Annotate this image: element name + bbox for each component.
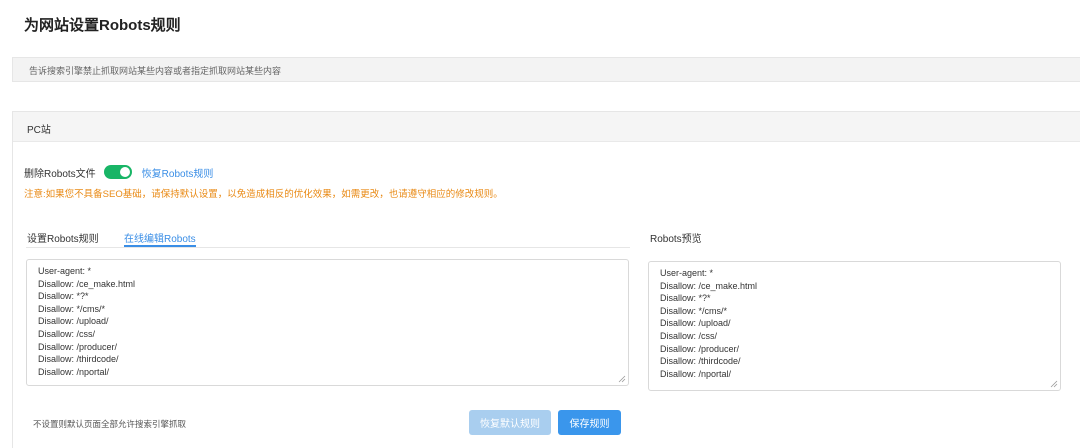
- editor-line: Disallow: *?*: [38, 291, 89, 302]
- editor-line: Disallow: /upload/: [38, 316, 109, 327]
- tab-set-robots-rules[interactable]: 设置Robots规则: [27, 230, 99, 245]
- preview-line: Disallow: *?*: [660, 293, 711, 304]
- editor-line: Disallow: /ce_make.html: [38, 278, 136, 289]
- preview-line: Disallow: /nportal/: [660, 368, 732, 379]
- editor-line: Disallow: /thirdcode/: [38, 354, 119, 365]
- preview-line: Disallow: /ce_make.html: [660, 280, 758, 291]
- active-tab-underline: [124, 245, 196, 247]
- restore-default-rules-button[interactable]: 恢复默认规则: [469, 410, 551, 435]
- editor-line: Disallow: */cms/*: [38, 303, 106, 314]
- editor-line: Disallow: /css/: [38, 328, 96, 339]
- delete-robots-toggle[interactable]: [103, 165, 132, 179]
- resize-grip-icon[interactable]: [618, 375, 626, 383]
- notice-bar: 告诉搜索引擎禁止抓取网站某些内容或者指定抓取网站某些内容: [12, 57, 1080, 82]
- robots-preview-box[interactable]: User-agent: * Disallow: /ce_make.html Di…: [648, 261, 1061, 391]
- preview-line: Disallow: /thirdcode/: [660, 356, 741, 367]
- editor-line: Disallow: /nportal/: [38, 366, 110, 377]
- page-title: 为网站设置Robots规则: [24, 17, 181, 34]
- editor-line: User-agent: *: [38, 266, 92, 276]
- default-rule-note: 不设置则默认页面全部允许搜索引擎抓取: [33, 419, 187, 429]
- delete-robots-label: 删除Robots文件: [24, 168, 96, 180]
- editor-lines: User-agent: * Disallow: /ce_make.html Di…: [27, 260, 628, 378]
- card-title: PC站: [27, 125, 51, 136]
- restore-robots-link[interactable]: 恢复Robots规则: [142, 165, 214, 180]
- preview-line: Disallow: /upload/: [660, 318, 731, 329]
- card-header: PC站: [13, 112, 1080, 142]
- preview-line: User-agent: *: [660, 268, 714, 278]
- tabs-divider: [26, 247, 630, 248]
- preview-title: Robots预览: [650, 234, 702, 245]
- editor-line: Disallow: /producer/: [38, 341, 118, 352]
- preview-lines: User-agent: * Disallow: /ce_make.html Di…: [649, 262, 1060, 380]
- preview-line: Disallow: /producer/: [660, 343, 740, 354]
- preview-line: Disallow: */cms/*: [660, 305, 728, 316]
- preview-line: Disallow: /css/: [660, 330, 718, 341]
- save-rules-button[interactable]: 保存规则: [558, 410, 621, 435]
- toggle-knob: [119, 167, 130, 177]
- resize-grip-icon[interactable]: [1050, 380, 1058, 388]
- tab-online-edit-robots[interactable]: 在线编辑Robots: [124, 230, 196, 245]
- delete-robots-row: 删除Robots文件 恢复Robots规则: [24, 164, 213, 180]
- notice-text: 告诉搜索引擎禁止抓取网站某些内容或者指定抓取网站某些内容: [29, 66, 282, 76]
- robots-editor-textarea[interactable]: User-agent: * Disallow: /ce_make.html Di…: [26, 259, 629, 386]
- warning-text: 注意:如果您不具备SEO基础，请保持默认设置，以免造成相反的优化效果，如需更改，…: [24, 189, 503, 200]
